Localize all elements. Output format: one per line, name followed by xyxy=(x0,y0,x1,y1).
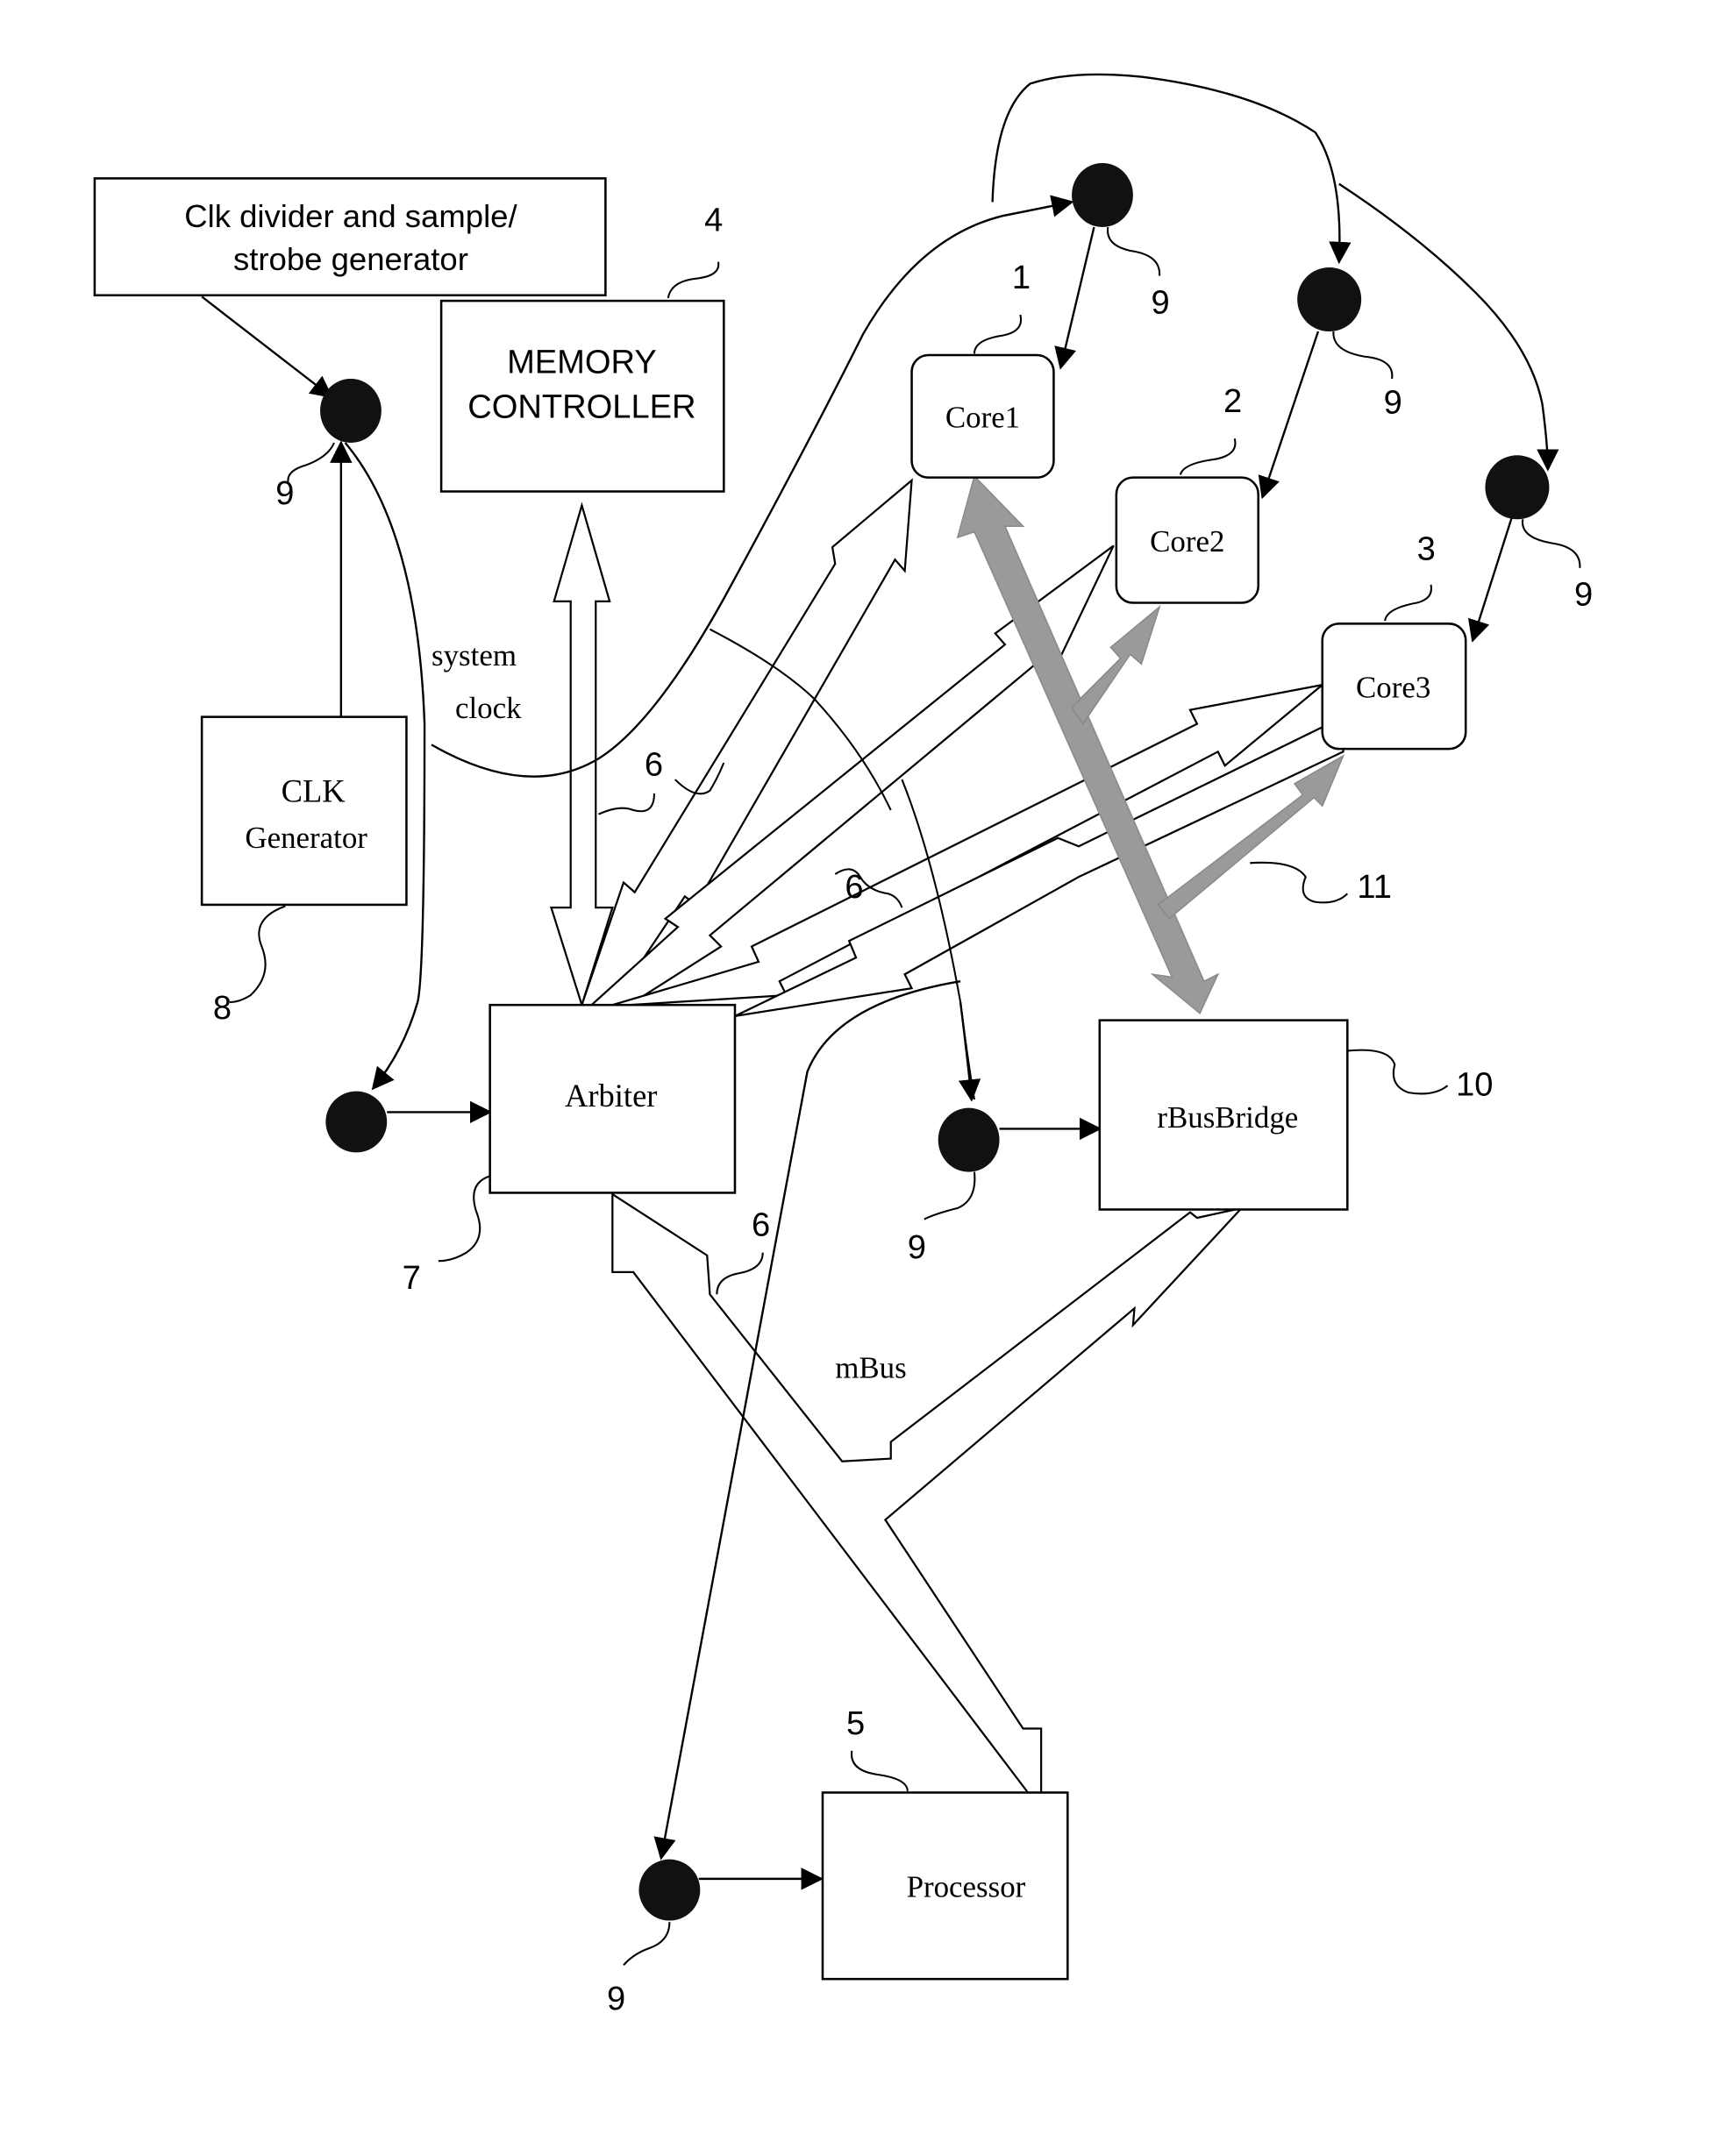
system-clock-label-1: system xyxy=(432,638,517,672)
ref-memory-controller: 4 xyxy=(704,203,723,239)
sync-dot-rbusbridge xyxy=(938,1107,1000,1172)
ref-bus-2: 6 xyxy=(845,869,863,906)
core1-label: Core1 xyxy=(945,401,1020,435)
clk-divider-label-1: Clk divider and sample/ xyxy=(184,198,517,234)
rbusbridge-block[interactable]: rBusBridge xyxy=(1098,1019,1349,1211)
processor-block[interactable]: Processor xyxy=(821,1791,1069,1981)
clk-generator-label-1: CLK xyxy=(282,772,346,808)
memory-controller-block[interactable]: MEMORY CONTROLLER xyxy=(439,299,725,493)
processor-label: Processor xyxy=(907,1870,1026,1904)
clk-divider-block[interactable]: Clk divider and sample/ strobe generator xyxy=(93,177,607,297)
sync-dot-arbiter xyxy=(325,1091,388,1153)
sync-dot-core2 xyxy=(1297,267,1362,332)
core3-clock-line xyxy=(1338,182,1559,472)
rbusbridge-label: rBusBridge xyxy=(1157,1100,1298,1135)
ref-core3: 3 xyxy=(1417,530,1436,567)
clk-generator-label-2: Generator xyxy=(245,821,367,855)
sync-dot-core3 xyxy=(1485,455,1550,520)
ref-bus-1: 6 xyxy=(645,746,663,783)
ref-sync-core1: 9 xyxy=(1152,284,1170,321)
clock-to-rbus-sync xyxy=(958,1001,981,1102)
sync-to-core2-line xyxy=(1258,331,1320,500)
ref-arbiter: 7 xyxy=(403,1260,421,1297)
memory-controller-label-2: CONTROLLER xyxy=(467,388,695,425)
core3-block[interactable]: Core3 xyxy=(1321,623,1467,751)
ref-core2: 2 xyxy=(1223,383,1242,420)
ref-sync-core2: 9 xyxy=(1384,385,1402,422)
ref-sync-divider: 9 xyxy=(275,475,294,512)
mbus-label: mBus xyxy=(835,1351,906,1385)
clk-generator-block[interactable]: CLK Generator xyxy=(200,715,408,907)
sync-to-core3-line xyxy=(1467,517,1513,643)
divider-to-sync-line xyxy=(201,295,333,399)
core2-block[interactable]: Core2 xyxy=(1115,476,1260,604)
arbiter-label: Arbiter xyxy=(565,1078,657,1114)
ref-bus-3: 6 xyxy=(752,1207,770,1244)
bus-architecture-diagram: Clk divider and sample/ strobe generator… xyxy=(93,73,1593,2017)
core3-label: Core3 xyxy=(1356,670,1430,704)
ref-rbusbridge: 10 xyxy=(1456,1066,1493,1103)
ref-core1: 1 xyxy=(1012,260,1031,296)
sync-to-core1-line xyxy=(1054,226,1095,370)
sync-dot-core1 xyxy=(1072,162,1133,227)
sync-dot-processor xyxy=(638,1859,701,1921)
ref-sync-core3: 9 xyxy=(1574,577,1593,614)
system-clock-label-2: clock xyxy=(455,691,522,725)
ref-sync-processor: 9 xyxy=(607,1981,625,2017)
core1-block[interactable]: Core1 xyxy=(910,353,1055,479)
arbiter-rbus-bus xyxy=(734,715,1344,1017)
mbus xyxy=(611,1192,1245,1797)
ref-processor: 5 xyxy=(846,1705,865,1742)
arbiter-block[interactable]: Arbiter xyxy=(489,1003,737,1194)
ref-rbus: 11 xyxy=(1357,869,1392,906)
memory-controller-label-1: MEMORY xyxy=(507,345,657,381)
top-clock-loop xyxy=(991,73,1352,265)
clk-divider-label-2: strobe generator xyxy=(233,241,468,277)
ref-clk-generator: 8 xyxy=(213,990,232,1027)
core2-label: Core2 xyxy=(1150,524,1224,559)
sync-dot-divider xyxy=(320,378,382,443)
ref-sync-rbusbridge: 9 xyxy=(908,1229,926,1266)
